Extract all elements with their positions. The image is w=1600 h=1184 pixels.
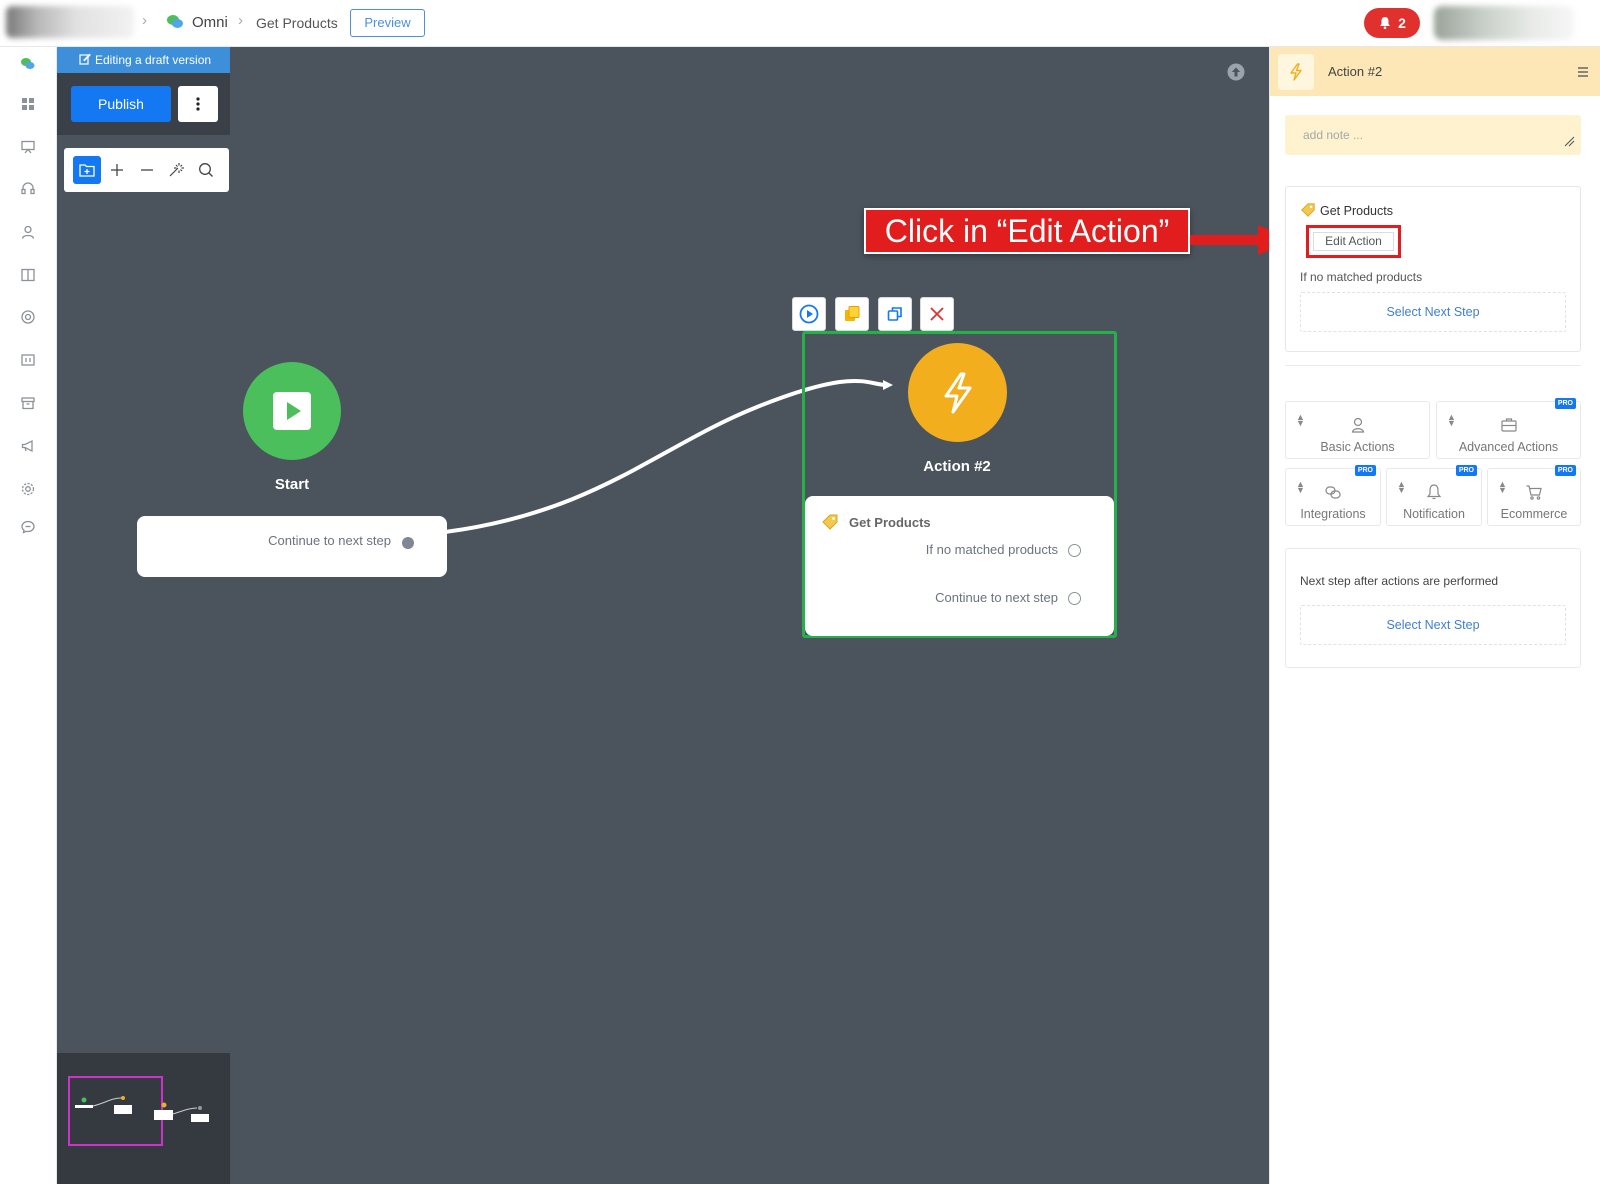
delete-node-button[interactable] (920, 297, 954, 331)
sort-icon: ▲ ▼ (1296, 479, 1305, 495)
run-node-button[interactable] (792, 297, 826, 331)
copy-icon (845, 306, 860, 321)
sort-icon: ▲ ▼ (1296, 412, 1305, 428)
breadcrumb-omni[interactable]: Omni (192, 14, 228, 31)
edit-action-button[interactable]: Edit Action (1313, 232, 1394, 251)
nav-omni-icon[interactable] (18, 54, 38, 74)
minimap[interactable] (57, 1053, 230, 1184)
lightning-bolt-icon (1278, 54, 1314, 90)
notifications-button[interactable]: 2 (1364, 8, 1420, 38)
left-navigation (0, 47, 57, 1184)
next-step-label: Next step after actions are performed (1300, 574, 1499, 588)
basic-actions-label: Basic Actions (1320, 440, 1395, 454)
preview-button[interactable]: Preview (350, 9, 425, 37)
briefcase-icon (1500, 418, 1517, 432)
copy-node-button[interactable] (835, 297, 869, 331)
close-icon (930, 307, 944, 321)
note-placeholder: add note ... (1303, 128, 1364, 142)
tag-icon (822, 514, 838, 530)
output-label-continue: Continue to next step (935, 590, 1058, 605)
nav-dashboard-icon[interactable] (18, 94, 38, 114)
integrations-tile[interactable]: ▲ ▼ PRO Integrations (1285, 465, 1381, 526)
resize-handle-icon[interactable] (1563, 135, 1575, 147)
top-bar: › Omni › Get Products Preview 2 (0, 0, 1600, 47)
breadcrumb-separator: › (142, 12, 147, 29)
select-next-step-button[interactable]: Select Next Step (1300, 292, 1566, 332)
user-menu[interactable] (1434, 6, 1574, 40)
integrations-label: Integrations (1300, 507, 1366, 521)
notification-tile[interactable]: ▲ ▼ PRO Notification (1386, 465, 1482, 526)
basic-actions-tile[interactable]: ▲ ▼ Basic Actions (1285, 401, 1430, 459)
nav-columns-icon[interactable] (18, 265, 38, 285)
action-config-name: Get Products (1320, 204, 1393, 218)
tutorial-callout: Click in “Edit Action” (864, 208, 1190, 254)
start-node-icon[interactable] (243, 362, 341, 460)
pro-badge: PRO (1554, 398, 1576, 409)
start-node-card[interactable]: Continue to next step (137, 516, 447, 577)
notification-label: Notification (1403, 507, 1465, 521)
breadcrumb-separator: › (238, 12, 243, 29)
output-label-no-match: If no matched products (925, 542, 1058, 557)
output-connector-no-match[interactable] (1068, 544, 1081, 557)
action-node-card[interactable]: Get Products If no matched products Cont… (805, 496, 1114, 636)
lightning-bolt-icon (944, 372, 971, 413)
bell-icon (1426, 484, 1442, 500)
start-node-title: Start (274, 476, 310, 493)
panel-header: Action #2 (1270, 47, 1600, 96)
bell-icon (1380, 17, 1391, 30)
output-connector-continue[interactable] (1068, 592, 1081, 605)
nav-presentation-icon[interactable] (18, 137, 38, 157)
ecommerce-label: Ecommerce (1500, 507, 1568, 521)
next-step-card: Next step after actions are performed Se… (1285, 548, 1581, 668)
sort-icon: ▲ ▼ (1397, 479, 1406, 495)
action-node-title: Action #2 (923, 458, 991, 475)
sort-icon: ▲ ▼ (1447, 412, 1456, 428)
link-icon (1325, 486, 1341, 499)
tag-icon (1301, 203, 1315, 217)
divider (1285, 365, 1581, 366)
breadcrumb-current-page: Get Products (256, 15, 338, 31)
pro-badge: PRO (1554, 465, 1576, 476)
start-output-label: Continue to next step (268, 533, 391, 548)
ecommerce-tile[interactable]: ▲ ▼ PRO Ecommerce (1487, 465, 1581, 526)
play-icon (273, 392, 311, 430)
nav-support-icon[interactable] (18, 307, 38, 327)
start-output-connector[interactable] (402, 537, 414, 549)
minimap-preview (68, 1076, 209, 1146)
notification-count: 2 (1398, 15, 1406, 31)
duplicate-icon (887, 307, 902, 321)
nav-settings-icon[interactable] (18, 479, 38, 499)
action-node-action-name: Get Products (849, 515, 931, 530)
edit-action-highlight: Edit Action (1306, 225, 1401, 258)
advanced-actions-label: Advanced Actions (1458, 440, 1559, 454)
nav-megaphone-icon[interactable] (18, 436, 38, 456)
hamburger-menu-icon[interactable] (1575, 64, 1591, 80)
sort-icon: ▲ ▼ (1498, 479, 1507, 495)
no-match-label: If no matched products (1300, 270, 1423, 284)
action-node-icon[interactable] (908, 343, 1007, 442)
pro-badge: PRO (1455, 465, 1477, 476)
duplicate-node-button[interactable] (878, 297, 912, 331)
action-config-card: Get Products Edit Action If no matched p… (1285, 186, 1581, 352)
chat-bubbles-icon (167, 15, 183, 28)
user-icon (1351, 417, 1364, 433)
flow-canvas[interactable]: Editing a draft version Publish Start Co… (57, 47, 1269, 1184)
nav-contacts-icon[interactable] (18, 222, 38, 242)
nav-reports-icon[interactable] (18, 350, 38, 370)
advanced-actions-tile[interactable]: ▲ ▼ PRO Advanced Actions (1436, 398, 1581, 459)
select-next-step-button[interactable]: Select Next Step (1300, 605, 1566, 645)
nav-headset-icon[interactable] (18, 179, 38, 199)
pro-badge: PRO (1354, 465, 1376, 476)
panel-title[interactable]: Action #2 (1328, 64, 1382, 79)
nav-archive-icon[interactable] (18, 393, 38, 413)
properties-panel: Action #2 add note ... Get Products Edit… (1269, 47, 1600, 1184)
play-circle-icon (799, 304, 819, 324)
brand-logo[interactable] (6, 6, 134, 38)
nav-chat-icon[interactable] (18, 517, 38, 537)
shopping-cart-icon (1526, 485, 1542, 500)
note-field[interactable]: add note ... (1285, 115, 1581, 155)
